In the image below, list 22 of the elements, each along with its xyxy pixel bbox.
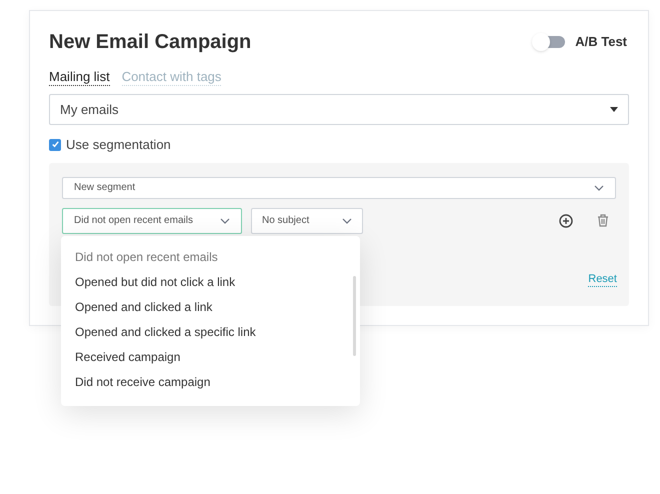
condition-select[interactable]: Did not open recent emails — [62, 208, 242, 234]
add-icon[interactable] — [559, 214, 573, 228]
page-title: New Email Campaign — [49, 30, 252, 55]
dropdown-option[interactable]: Opened but did not click a link — [75, 273, 360, 298]
mailing-list-select[interactable]: My emails — [49, 94, 629, 125]
ab-test-toggle[interactable] — [535, 36, 566, 48]
dropdown-option[interactable]: Did not receive campaign — [75, 373, 360, 398]
ab-test-label: A/B Test — [575, 33, 627, 52]
chevron-down-icon — [342, 218, 352, 224]
segment-select[interactable]: New segment — [62, 176, 616, 198]
tab[interactable]: Mailing list — [49, 69, 110, 86]
segmentation-checkbox[interactable] — [49, 138, 61, 151]
dropdown-option[interactable]: Opened and clicked a link — [75, 298, 360, 323]
dropdown-option[interactable]: Opened and clicked a specific link — [75, 323, 360, 348]
subject-select[interactable]: No subject — [251, 208, 363, 234]
dropdown-option[interactable]: Did not open recent emails — [75, 248, 360, 273]
segmentation-label: Use segmentation — [66, 136, 171, 154]
chevron-down-icon — [220, 218, 230, 224]
chevron-down-icon — [594, 184, 604, 190]
trash-icon[interactable] — [597, 214, 609, 227]
caret-down-icon — [610, 107, 618, 112]
dropdown-option[interactable]: Received campaign — [75, 348, 360, 373]
